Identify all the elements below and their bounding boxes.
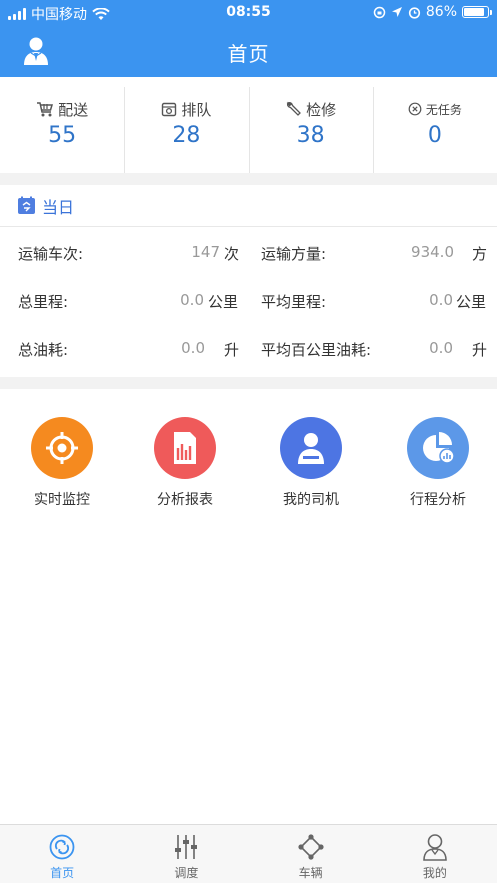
home-icon <box>47 833 77 861</box>
metric-value: 0.0 <box>180 291 204 309</box>
battery-percent: 86% <box>425 4 457 20</box>
stat-queue[interactable]: 排队 28 <box>124 77 248 173</box>
today-title: 当日 <box>42 197 75 217</box>
metric-unit: 公里 <box>208 293 239 311</box>
stat-value: 55 <box>48 123 77 148</box>
rotation-lock-icon <box>373 6 386 18</box>
metric-value: 934.0 <box>411 243 454 261</box>
pie-chart-icon <box>407 417 469 479</box>
metric-value: 0.0 <box>429 291 453 309</box>
stat-label: 无任务 <box>425 102 462 117</box>
metric-unit: 次 <box>224 245 240 263</box>
grid-item-label: 实时监控 <box>34 492 90 508</box>
location-icon <box>391 7 402 17</box>
stats-panel: 配送 55 排队 28 检修 38 无任务 0 <box>0 77 497 173</box>
wrench-icon <box>286 101 302 116</box>
tab-label: 首页 <box>50 866 75 880</box>
metric-row: 运输车次: 147 次 运输方量: 934.0 方 <box>0 228 497 276</box>
queue-icon <box>162 102 177 117</box>
page-title: 首页 <box>227 42 270 66</box>
grid-item-report[interactable]: 分析报表 <box>123 417 247 509</box>
cart-icon <box>37 102 54 117</box>
tab-label: 车辆 <box>298 866 323 880</box>
stat-label: 检修 <box>306 100 337 119</box>
tab-label: 我的 <box>422 866 447 880</box>
grid-item-drivers[interactable]: 我的司机 <box>249 417 373 509</box>
metric-value: 0.0 <box>429 339 453 357</box>
function-grid: 实时监控 分析报表 我的司机 行程分析 <box>0 389 497 824</box>
grid-item-trip-analysis[interactable]: 行程分析 <box>376 417 497 509</box>
profile-icon <box>420 833 450 861</box>
vehicle-icon <box>296 833 326 861</box>
metric-unit: 方 <box>472 245 488 263</box>
stat-label: 排队 <box>181 100 212 119</box>
metric-value: 0.0 <box>181 339 205 357</box>
grid-item-monitor[interactable]: 实时监控 <box>0 417 124 509</box>
metric-unit: 升 <box>472 341 488 359</box>
stat-label: 配送 <box>58 100 89 119</box>
tab-home[interactable]: 首页 <box>0 825 124 883</box>
metric-label: 运输方量: <box>261 245 327 263</box>
metric-value: 147 <box>191 243 220 261</box>
metric-label: 平均里程: <box>261 293 327 311</box>
metric-label: 运输车次: <box>18 245 84 263</box>
metric-label: 总里程: <box>18 293 69 311</box>
today-panel: 当日 运输车次: 147 次 运输方量: 934.0 方 总里程: 0.0 公里… <box>0 185 497 377</box>
tab-bar: 首页 调度 车辆 我的 <box>0 824 497 883</box>
grid-item-label: 行程分析 <box>410 492 466 508</box>
tab-dispatch[interactable]: 调度 <box>124 825 248 883</box>
nav-bar: 首页 <box>0 26 497 77</box>
no-task-icon <box>408 102 422 116</box>
stat-delivery[interactable]: 配送 55 <box>0 77 124 173</box>
metric-row: 总油耗: 0.0 升 平均百公里油耗: 0.0 升 <box>0 324 497 372</box>
metric-row: 总里程: 0.0 公里 平均里程: 0.0 公里 <box>0 276 497 324</box>
tab-label: 调度 <box>174 866 199 880</box>
tab-mine[interactable]: 我的 <box>373 825 497 883</box>
sliders-icon <box>171 833 201 861</box>
grid-item-label: 分析报表 <box>157 492 213 508</box>
driver-icon <box>280 417 342 479</box>
battery-icon <box>462 6 492 18</box>
grid-item-label: 我的司机 <box>283 492 339 508</box>
stat-repair[interactable]: 检修 38 <box>248 77 373 173</box>
metric-unit: 升 <box>224 341 240 359</box>
calendar-icon <box>18 196 35 214</box>
alarm-icon <box>408 6 420 19</box>
target-icon <box>31 417 93 479</box>
metric-label: 总油耗: <box>18 341 69 359</box>
report-icon <box>154 417 216 479</box>
stat-value: 0 <box>427 123 442 148</box>
metric-unit: 公里 <box>456 293 487 311</box>
status-bar: 中国移动 08:55 86% <box>0 0 497 26</box>
today-header: 当日 <box>0 185 497 227</box>
tab-vehicles[interactable]: 车辆 <box>249 825 373 883</box>
stat-value: 38 <box>296 123 325 148</box>
stat-value: 28 <box>172 123 201 148</box>
stat-no-task[interactable]: 无任务 0 <box>372 77 497 173</box>
